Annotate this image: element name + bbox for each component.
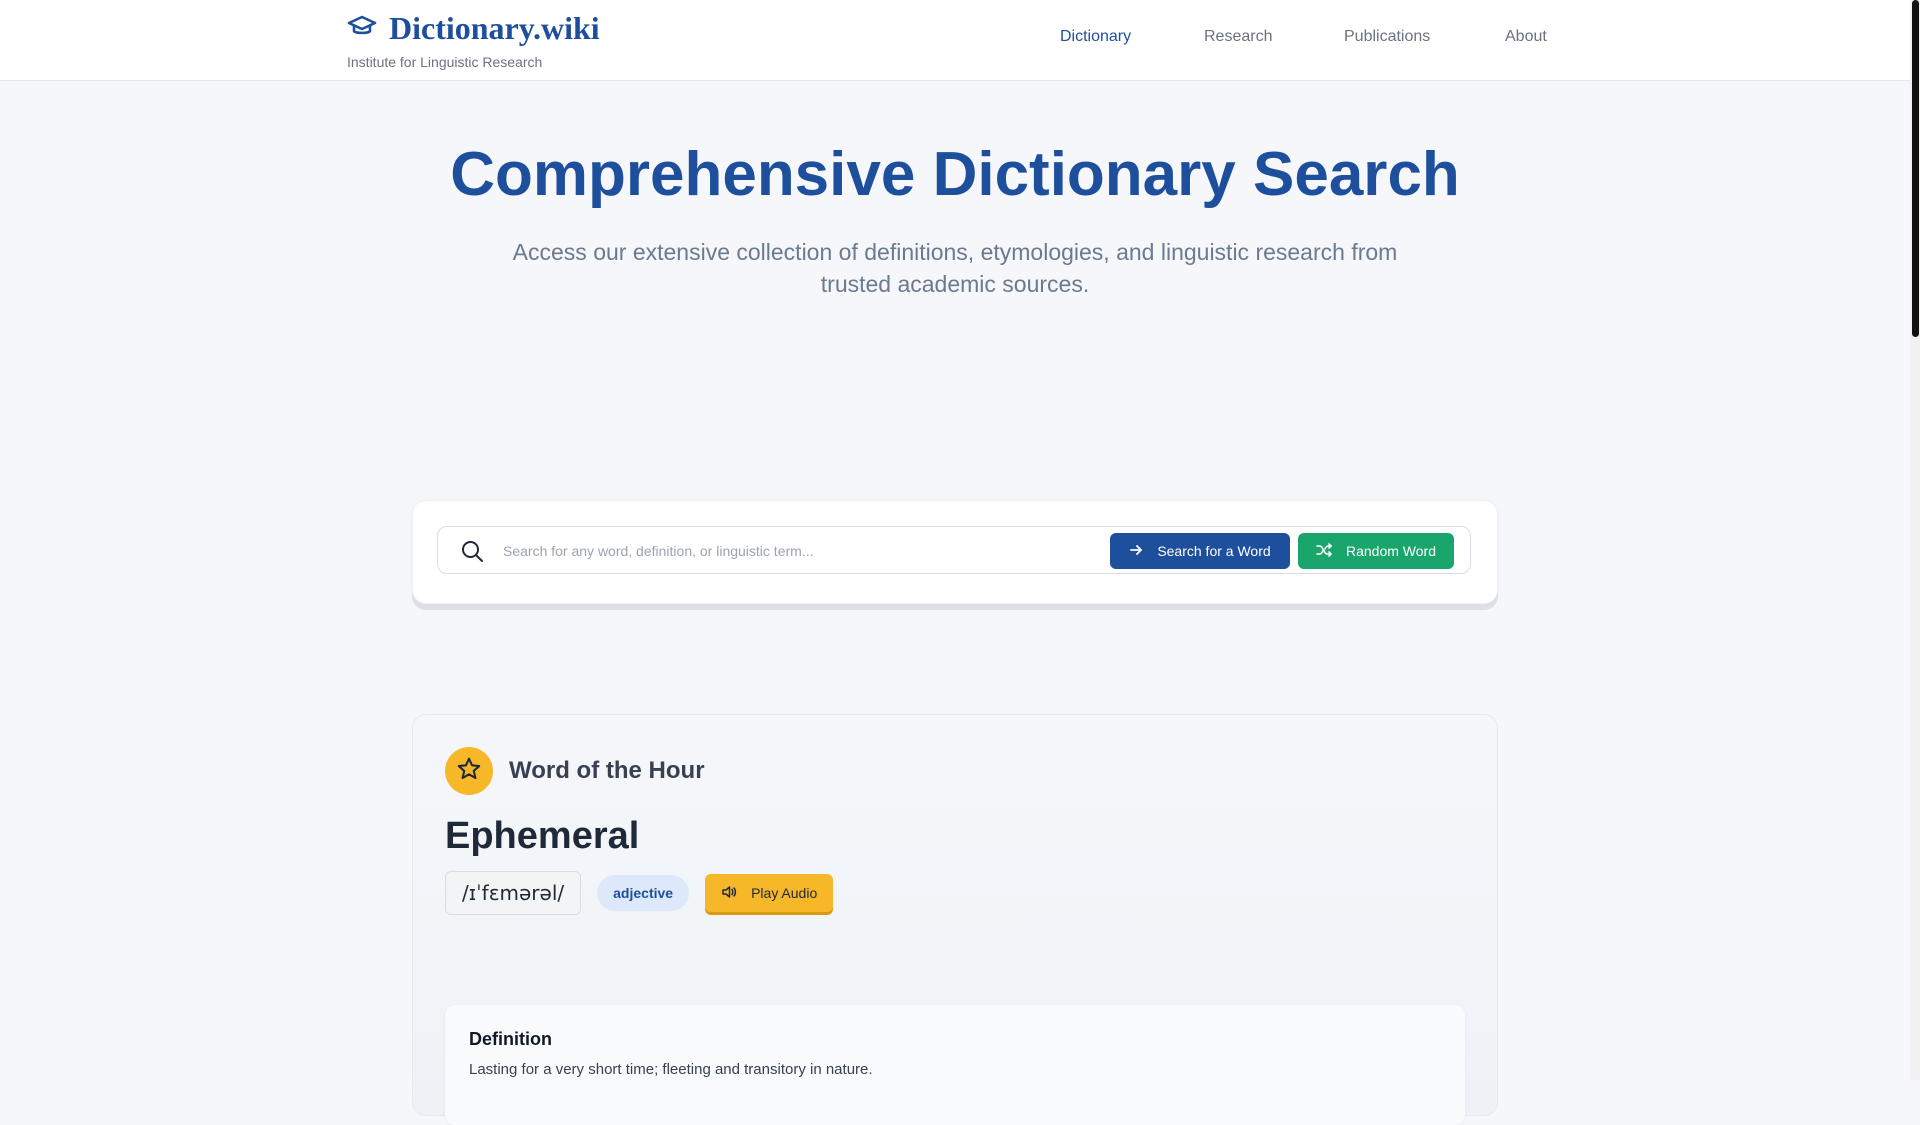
brand[interactable]: Dictionary.wiki Institute for Linguistic… xyxy=(347,10,600,70)
word-of-hour-title: Word of the Hour xyxy=(509,757,705,784)
site-header: Dictionary.wiki Institute for Linguistic… xyxy=(0,0,1910,81)
scrollbar-thumb[interactable] xyxy=(1912,0,1919,337)
star-badge xyxy=(445,747,493,795)
part-of-speech-badge: adjective xyxy=(597,875,690,911)
play-audio-button[interactable]: Play Audio xyxy=(705,874,834,912)
page-title: Comprehensive Dictionary Search xyxy=(450,140,1460,209)
speaker-icon xyxy=(721,884,737,903)
arrow-right-icon xyxy=(1129,543,1143,560)
nav-about[interactable]: About xyxy=(1505,28,1705,46)
search-icon xyxy=(460,539,484,563)
definition-card: Definition Lasting for a very short time… xyxy=(445,1005,1465,1125)
graduation-cap-icon xyxy=(347,14,377,43)
search-bar: Search for a Word Random Word xyxy=(437,526,1471,574)
search-button[interactable]: Search for a Word xyxy=(1110,533,1290,569)
random-word-button[interactable]: Random Word xyxy=(1298,533,1454,569)
shuffle-icon xyxy=(1316,542,1332,561)
random-word-label: Random Word xyxy=(1345,543,1436,559)
search-button-label: Search for a Word xyxy=(1157,543,1271,559)
play-audio-label: Play Audio xyxy=(751,885,818,901)
pronunciation: /ɪˈfɛmərəl/ xyxy=(445,871,582,915)
star-icon xyxy=(456,756,482,787)
definition-heading: Definition xyxy=(469,1029,552,1049)
page-subtitle: Access our extensive collection of defin… xyxy=(512,239,1398,297)
word-of-hour-card: Word of the Hour Ephemeral /ɪˈfɛmərəl/ a… xyxy=(412,714,1498,1125)
brand-subtitle: Institute for Linguistic Research xyxy=(347,54,543,70)
definition-text: Lasting for a very short time; fleeting … xyxy=(469,1061,873,1078)
search-card: Search for a Word Random Word xyxy=(412,500,1498,604)
word-meta: /ɪˈfɛmərəl/ adjective Play Audio xyxy=(445,871,834,915)
brand-title: Dictionary.wiki xyxy=(389,10,600,46)
search-input[interactable] xyxy=(501,535,1105,567)
featured-word: Ephemeral xyxy=(445,815,640,857)
word-of-hour-header: Word of the Hour xyxy=(445,747,705,795)
